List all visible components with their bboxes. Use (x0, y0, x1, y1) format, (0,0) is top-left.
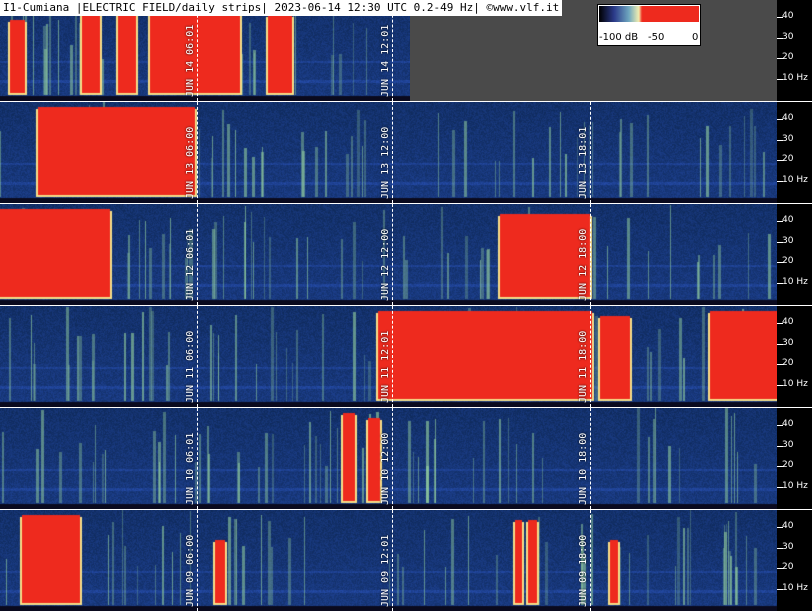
time-marker-line (197, 204, 198, 305)
axis-tick-label: 30 (782, 236, 794, 246)
time-marker-label: JUN 09 18:00 (578, 534, 589, 607)
time-marker-label: JUN 11 12:01 (380, 330, 391, 403)
time-marker-line (197, 102, 198, 203)
legend-min-label: -100 dB (599, 32, 639, 43)
time-marker-label: JUN 11 06:00 (185, 330, 196, 403)
time-marker-line (590, 408, 591, 509)
time-marker-label: JUN 12 06:01 (185, 228, 196, 301)
spectrogram-strip: JUN 11 06:00 JUN 11 12:01 JUN 11 18:00 (0, 306, 777, 407)
axis-tick-label: 20 (782, 358, 794, 368)
time-marker-label: JUN 14 12:01 (380, 24, 391, 97)
spectrogram-strip: JUN 13 06:00 JUN 13 12:00 JUN 13 18:01 (0, 102, 777, 203)
axis-tick-label: 30 (782, 542, 794, 552)
axis-tick-label: 40 (782, 317, 794, 327)
time-marker-line (392, 408, 393, 509)
axis-tick-label: 40 (782, 113, 794, 123)
time-marker-label: JUN 13 06:00 (185, 126, 196, 199)
axis-tick-label: 10 Hz (782, 583, 808, 593)
time-marker-label: JUN 14 06:01 (185, 24, 196, 97)
time-marker-label: JUN 09 06:00 (185, 534, 196, 607)
axis-tick-label: 40 (782, 521, 794, 531)
time-marker-label: JUN 12 12:00 (380, 228, 391, 301)
frequency-axis: 40 30 20 10 Hz (777, 204, 812, 305)
axis-tick-label: 20 (782, 256, 794, 266)
time-marker-line (590, 204, 591, 305)
spectrogram-strip: JUN 10 06:01 JUN 10 12:00 JUN 10 18:00 (0, 408, 777, 509)
frequency-axis: 40 30 20 10 Hz (777, 0, 812, 101)
axis-tick-label: 40 (782, 11, 794, 21)
time-marker-label: JUN 13 18:01 (578, 126, 589, 199)
page-title: I1-Cumiana |ELECTRIC FIELD/daily strips|… (0, 0, 563, 16)
frequency-axis: 40 30 20 10 Hz (777, 510, 812, 611)
spectrogram-strip: JUN 12 06:01 JUN 12 12:00 JUN 12 18:00 (0, 204, 777, 305)
spectrogram-strip: JUN 09 06:00 JUN 09 12:01 JUN 09 18:00 (0, 510, 777, 611)
time-marker-line (197, 408, 198, 509)
axis-tick-label: 10 Hz (782, 379, 808, 389)
db-color-legend: -100 dB -50 0 (597, 4, 701, 46)
axis-tick-label: 20 (782, 154, 794, 164)
axis-tick-label: 30 (782, 440, 794, 450)
axis-tick-label: 10 Hz (782, 73, 808, 83)
time-marker-line (590, 306, 591, 407)
time-marker-line (197, 306, 198, 407)
axis-tick-label: 30 (782, 338, 794, 348)
time-marker-label: JUN 11 18:00 (578, 330, 589, 403)
axis-tick-label: 20 (782, 52, 794, 62)
axis-tick-label: 10 Hz (782, 175, 808, 185)
axis-tick-label: 40 (782, 215, 794, 225)
axis-tick-label: 30 (782, 32, 794, 42)
axis-tick-label: 40 (782, 419, 794, 429)
axis-tick-label: 10 Hz (782, 481, 808, 491)
legend-max-label: 0 (692, 32, 699, 43)
spectrogram-stage: JUN 14 06:01 JUN 14 12:01 JUN 13 06:00 JUN … (0, 0, 812, 613)
time-marker-line (392, 102, 393, 203)
axis-tick-label: 30 (782, 134, 794, 144)
time-marker-line (392, 510, 393, 611)
frequency-axis: 40 30 20 10 Hz (777, 408, 812, 509)
legend-mid-label: -50 (648, 32, 665, 43)
axis-tick-label: 20 (782, 460, 794, 470)
axis-tick-label: 20 (782, 562, 794, 572)
time-marker-line (197, 510, 198, 611)
time-marker-label: JUN 13 12:00 (380, 126, 391, 199)
frequency-axis: 40 30 20 10 Hz (777, 102, 812, 203)
time-marker-line (590, 102, 591, 203)
time-marker-label: JUN 09 12:01 (380, 534, 391, 607)
time-marker-line (392, 306, 393, 407)
frequency-axis: 40 30 20 10 Hz (777, 306, 812, 407)
time-marker-label: JUN 10 12:00 (380, 432, 391, 505)
time-marker-label: JUN 10 18:00 (578, 432, 589, 505)
time-marker-line (392, 204, 393, 305)
axis-tick-label: 10 Hz (782, 277, 808, 287)
time-marker-line (590, 510, 591, 611)
time-marker-label: JUN 10 06:01 (185, 432, 196, 505)
legend-colorbar (599, 6, 699, 22)
time-marker-label: JUN 12 18:00 (578, 228, 589, 301)
